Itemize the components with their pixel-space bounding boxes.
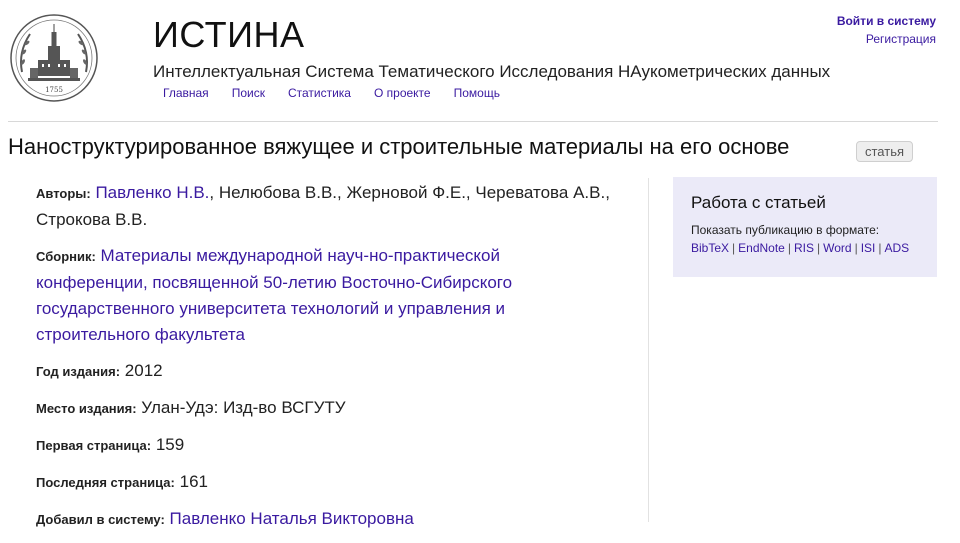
place-value: Улан-Удэ: Изд-во ВСГУТУ: [141, 398, 346, 417]
site-title: ИСТИНА: [153, 14, 305, 55]
export-word[interactable]: Word: [823, 241, 851, 255]
year-value: 2012: [124, 361, 163, 380]
last-page-row: Последняя страница: 161: [36, 469, 616, 496]
last-page-label: Последняя страница:: [36, 475, 175, 490]
type-badge: статья: [856, 141, 914, 162]
register-link[interactable]: Регистрация: [837, 30, 936, 48]
logo-year: 1755: [45, 86, 63, 94]
export-isi[interactable]: ISI: [861, 241, 876, 255]
main-nav: Главная Поиск Статистика О проекте Помощ…: [163, 86, 500, 100]
export-endnote[interactable]: EndNote: [738, 241, 785, 255]
nav-statistics[interactable]: Статистика: [288, 86, 351, 100]
export-hint: Показать публикацию в формате:: [691, 223, 880, 237]
header-divider: [8, 121, 938, 122]
user-box: Войти в систему Регистрация: [837, 12, 936, 48]
panel-title: Работа с статьей: [691, 193, 826, 212]
export-ris[interactable]: RIS: [794, 241, 814, 255]
nav-home[interactable]: Главная: [163, 86, 209, 100]
year-row: Год издания: 2012: [36, 358, 616, 385]
last-page-value: 161: [179, 472, 208, 491]
column-divider: [648, 178, 649, 522]
authors-label: Авторы:: [36, 186, 91, 201]
first-page-label: Первая страница:: [36, 438, 152, 453]
author-link[interactable]: Павленко Н.В.: [95, 183, 209, 202]
article-title: Наноструктурированное вяжущее и строител…: [8, 134, 790, 159]
article-actions-panel: Работа с статьей Показать публикацию в ф…: [673, 177, 937, 277]
added-by-label: Добавил в систему:: [36, 512, 165, 527]
added-by-link[interactable]: Павленко Наталья Викторовна: [170, 509, 414, 528]
export-ads[interactable]: ADS: [885, 241, 910, 255]
first-page-row: Первая страница: 159: [36, 432, 616, 459]
nav-help[interactable]: Помощь: [454, 86, 500, 100]
article-details: Авторы: Павленко Н.В., Нелюбова В.В., Же…: [36, 180, 616, 543]
place-label: Место издания:: [36, 401, 137, 416]
place-row: Место издания: Улан-Удэ: Изд-во ВСГУТУ: [36, 395, 616, 422]
collection-row: Сборник: Материалы международной науч-но…: [36, 243, 616, 348]
first-page-value: 159: [155, 435, 185, 454]
authors-row: Авторы: Павленко Н.В., Нелюбова В.В., Же…: [36, 180, 616, 233]
year-label: Год издания:: [36, 364, 121, 379]
nav-about[interactable]: О проекте: [374, 86, 431, 100]
export-bibtex[interactable]: BibTeX: [691, 241, 729, 255]
collection-label: Сборник:: [36, 249, 96, 264]
site-subtitle: Интеллектуальная Система Тематического И…: [153, 62, 831, 81]
login-link[interactable]: Войти в систему: [837, 12, 936, 30]
nav-search[interactable]: Поиск: [232, 86, 265, 100]
collection-link[interactable]: Материалы международной науч-но-практиче…: [36, 246, 512, 344]
added-by-row: Добавил в систему: Павленко Наталья Викт…: [36, 506, 616, 533]
msu-logo[interactable]: 1755: [8, 12, 100, 104]
export-formats: BibTeX | EndNote | RIS | Word | ISI | ADS: [691, 241, 910, 255]
